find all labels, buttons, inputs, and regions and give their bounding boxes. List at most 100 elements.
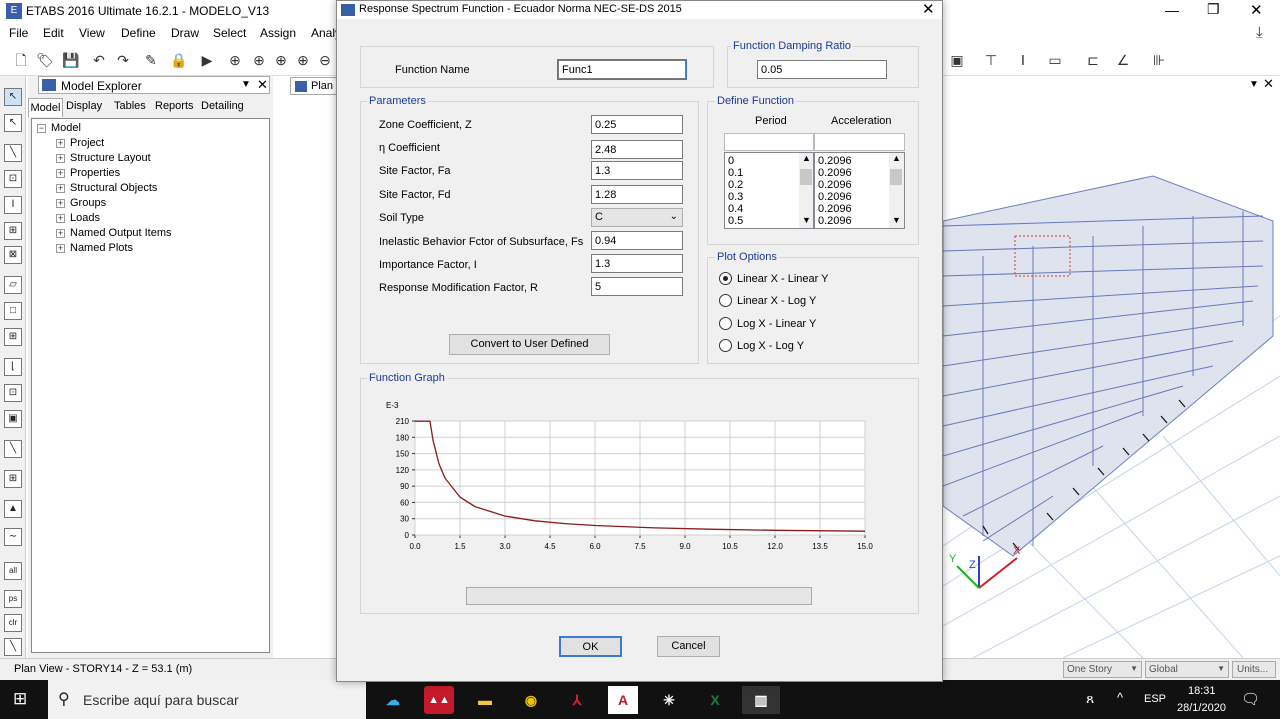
beam-icon[interactable]: Ⅰ xyxy=(1014,51,1032,69)
scroll-up-icon[interactable]: ▲ xyxy=(802,153,811,163)
explorer-dropdown-icon[interactable]: ▼ xyxy=(241,79,251,90)
3d-model-view[interactable]: ▼ ✕ Z Y X xyxy=(943,76,1280,658)
column-icon[interactable]: ⊏ xyxy=(1084,51,1102,69)
draw-column-icon[interactable]: Ⅰ xyxy=(4,196,22,214)
zoom-in-step-icon[interactable]: ⊕ xyxy=(294,51,312,69)
draw-rect-floor-icon[interactable]: □ xyxy=(4,302,22,320)
period-item[interactable]: 0.3 xyxy=(728,191,743,203)
expand-icon[interactable]: + xyxy=(56,168,65,178)
draw-beam-icon[interactable]: ⊡ xyxy=(4,170,22,188)
cancel-button[interactable]: Cancel xyxy=(657,636,720,657)
expand-icon[interactable]: + xyxy=(56,228,65,238)
zone-coefficient-input[interactable] xyxy=(591,115,683,134)
menu-draw[interactable]: Draw xyxy=(171,26,199,40)
taskbar-app-cloud-icon[interactable]: ☁ xyxy=(378,686,408,714)
section-icon[interactable]: ⊤ xyxy=(982,51,1000,69)
expand-icon[interactable]: + xyxy=(56,138,65,148)
tree-item-structure-layout[interactable]: + Structure Layout xyxy=(56,152,151,164)
draw-x-brace-icon[interactable]: ⊠ xyxy=(4,246,22,264)
tree-item-named-plots[interactable]: + Named Plots xyxy=(56,242,133,254)
units-button[interactable]: Units... xyxy=(1232,661,1276,678)
ok-button[interactable]: OK xyxy=(559,636,622,657)
accel-item[interactable]: 0.2096 xyxy=(818,167,852,179)
radio-label-linear-log[interactable]: Linear X - Log Y xyxy=(737,295,816,307)
radio-log-log[interactable] xyxy=(719,339,732,352)
inelastic-fs-input[interactable] xyxy=(591,231,683,250)
previous-selection-icon[interactable]: ps xyxy=(4,590,22,608)
period-list[interactable]: 0 0.1 0.2 0.3 0.4 0.5 ▲ ▼ xyxy=(724,152,814,229)
show-hidden-icons[interactable]: ^ xyxy=(1117,690,1123,705)
menu-view[interactable]: View xyxy=(79,26,105,40)
wall-icon[interactable]: ⊪ xyxy=(1150,51,1168,69)
function-name-input[interactable] xyxy=(557,59,687,80)
clear-selection-icon[interactable]: clr xyxy=(4,614,22,632)
site-factor-fa-input[interactable] xyxy=(591,161,683,180)
tree-item-named-output[interactable]: + Named Output Items xyxy=(56,227,172,239)
radio-label-linear-linear[interactable]: Linear X - Linear Y xyxy=(737,273,829,285)
run-analysis-icon[interactable]: ▶ xyxy=(198,51,216,69)
select-all-icon[interactable]: all xyxy=(4,562,22,580)
new-model-icon[interactable]: 🗋 xyxy=(12,51,30,69)
draw-wall-stack-icon[interactable]: ⊡ xyxy=(4,384,22,402)
zoom-restore-icon[interactable]: ⊕ xyxy=(250,51,268,69)
taskbar-acrobat-icon[interactable]: ⅄ xyxy=(562,686,592,714)
draw-line-icon[interactable]: ∠ xyxy=(1114,51,1132,69)
windows-start-icon[interactable]: ⊞ xyxy=(13,690,31,708)
people-icon[interactable]: ጸ xyxy=(1086,690,1094,707)
taskbar-excel-icon[interactable]: X xyxy=(700,686,730,714)
redo-icon[interactable]: ↷ xyxy=(114,51,132,69)
scroll-thumb[interactable] xyxy=(890,169,902,185)
pencil-icon[interactable]: ✎ xyxy=(142,51,160,69)
download-icon[interactable]: ⤓ xyxy=(1256,24,1263,41)
draw-link-icon[interactable]: ╲ xyxy=(4,440,22,458)
soil-type-select[interactable]: C ⌄ xyxy=(591,208,683,227)
response-modification-input[interactable] xyxy=(591,277,683,296)
expand-icon[interactable]: + xyxy=(56,153,65,163)
minimize-icon[interactable]: — xyxy=(1165,2,1179,18)
period-item[interactable]: 0.1 xyxy=(728,167,743,179)
close-icon[interactable]: ✕ xyxy=(1250,1,1263,19)
zoom-out-icon[interactable]: ⊖ xyxy=(316,51,334,69)
accel-item[interactable]: 0.2096 xyxy=(818,155,852,167)
draw-opening-icon[interactable]: ▣ xyxy=(4,410,22,428)
tree-root[interactable]: − Model xyxy=(37,122,81,134)
convert-to-user-defined-button[interactable]: Convert to User Defined xyxy=(449,334,610,355)
menu-assign[interactable]: Assign xyxy=(260,26,296,40)
period-item[interactable]: 0.5 xyxy=(728,215,743,227)
scroll-down-icon[interactable]: ▼ xyxy=(802,215,811,225)
lock-icon[interactable]: 🔒 xyxy=(170,51,188,69)
draw-brace-icon[interactable]: ⊞ xyxy=(4,222,22,240)
draw-grid-icon[interactable]: ⊞ xyxy=(4,470,22,488)
acceleration-list[interactable]: 0.2096 0.2096 0.2096 0.2096 0.2096 0.209… xyxy=(814,152,905,229)
pointer-icon[interactable]: ↖ xyxy=(4,88,22,106)
draw-quick-floor-icon[interactable]: ⊞ xyxy=(4,328,22,346)
undo-icon[interactable]: ↶ xyxy=(90,51,108,69)
reshape-icon[interactable]: ↖ xyxy=(4,114,22,132)
save-icon[interactable]: 💾 xyxy=(62,51,80,69)
tree-item-project[interactable]: + Project xyxy=(56,137,104,149)
accel-item[interactable]: 0.2096 xyxy=(818,215,852,227)
menu-select[interactable]: Select xyxy=(213,26,246,40)
explorer-tab-display[interactable]: Display xyxy=(66,100,102,112)
zoom-in-icon[interactable]: ⊕ xyxy=(272,51,290,69)
radio-label-log-log[interactable]: Log X - Log Y xyxy=(737,340,804,352)
menu-file[interactable]: File xyxy=(9,26,28,40)
scroll-down-icon[interactable]: ▼ xyxy=(892,215,901,225)
period-item[interactable]: 0.4 xyxy=(728,203,743,215)
clock-time[interactable]: 18:31 xyxy=(1188,685,1216,697)
radio-linear-linear[interactable] xyxy=(719,272,732,285)
radio-linear-log[interactable] xyxy=(719,294,732,307)
draw-wave-icon[interactable]: ∼ xyxy=(4,528,22,546)
taskbar-network-app-icon[interactable]: ✳ xyxy=(654,686,684,714)
accel-item[interactable]: 0.2096 xyxy=(818,203,852,215)
accel-scrollbar[interactable]: ▲ ▼ xyxy=(889,153,904,228)
site-factor-fd-input[interactable] xyxy=(591,185,683,204)
intersect-icon[interactable]: ╲ xyxy=(4,638,22,656)
view-options-icon[interactable]: ▣ xyxy=(948,51,966,69)
open-icon[interactable]: 🏷 xyxy=(36,51,54,69)
scroll-up-icon[interactable]: ▲ xyxy=(892,153,901,163)
menu-define[interactable]: Define xyxy=(121,26,156,40)
menu-edit[interactable]: Edit xyxy=(43,26,64,40)
period-item[interactable]: 0.2 xyxy=(728,179,743,191)
scroll-thumb[interactable] xyxy=(800,169,812,185)
